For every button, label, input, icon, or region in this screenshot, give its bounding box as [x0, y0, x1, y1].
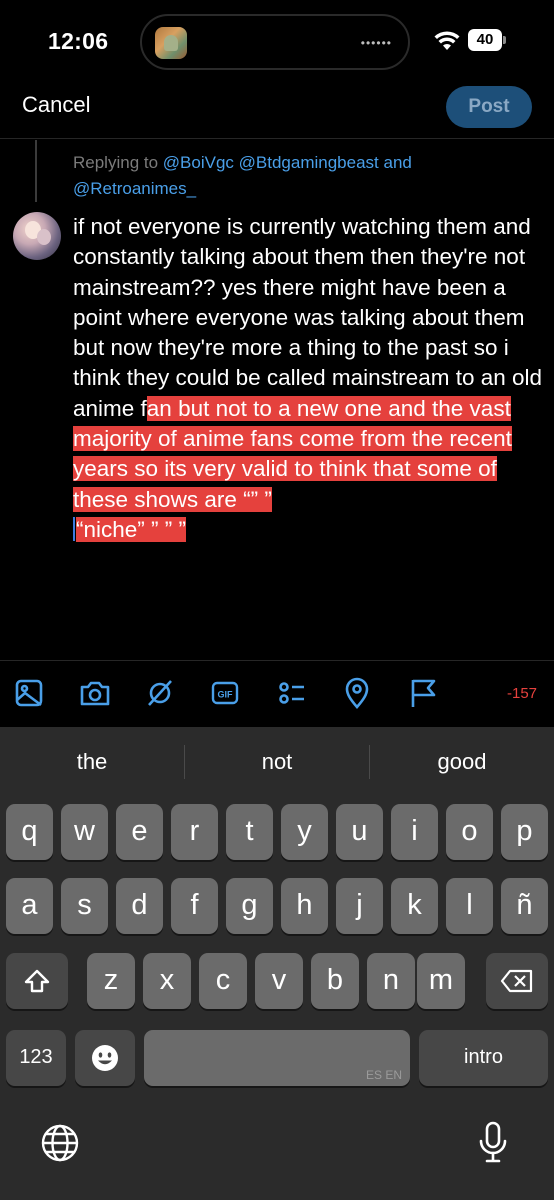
key-m[interactable]: m: [417, 953, 465, 1009]
avatar: [13, 212, 61, 260]
replying-prefix: Replying to: [73, 153, 159, 172]
key-t[interactable]: t: [226, 804, 273, 860]
key-w[interactable]: w: [61, 804, 108, 860]
composer-text: if not everyone is currently watching th…: [73, 214, 543, 421]
key-u[interactable]: u: [336, 804, 383, 860]
flag-icon[interactable]: [406, 676, 440, 710]
status-time: 12:06: [48, 28, 109, 54]
toolbar-divider: [0, 660, 554, 661]
suggestion-2[interactable]: not: [185, 734, 369, 790]
key-n-tilde[interactable]: ñ: [501, 878, 548, 934]
key-b[interactable]: b: [311, 953, 359, 1009]
key-l[interactable]: l: [446, 878, 493, 934]
grok-icon[interactable]: [143, 676, 177, 710]
key-n[interactable]: n: [367, 953, 415, 1009]
image-icon[interactable]: [12, 676, 46, 710]
delete-key[interactable]: [486, 953, 548, 1009]
microphone-icon[interactable]: [478, 1120, 508, 1166]
key-x[interactable]: x: [143, 953, 191, 1009]
key-z[interactable]: z: [87, 953, 135, 1009]
key-s[interactable]: s: [61, 878, 108, 934]
shift-icon: [24, 969, 50, 993]
key-v[interactable]: v: [255, 953, 303, 1009]
mention-btdgamingbeast[interactable]: @Btdgamingbeast: [239, 153, 379, 172]
status-bar: 12:06 •••••• 40: [0, 0, 554, 80]
dynamic-island[interactable]: ••••••: [140, 14, 410, 70]
key-g[interactable]: g: [226, 878, 273, 934]
space-key[interactable]: ES EN: [144, 1030, 410, 1086]
key-y[interactable]: y: [281, 804, 328, 860]
mention-retroanimes[interactable]: @Retroanimes_: [73, 179, 196, 198]
camera-icon[interactable]: [78, 676, 112, 710]
numbers-key[interactable]: 123: [6, 1030, 66, 1086]
mention-boivgc[interactable]: @BoiVgc: [163, 153, 234, 172]
emoji-key[interactable]: [75, 1030, 135, 1086]
text-cursor[interactable]: [73, 516, 75, 541]
key-f[interactable]: f: [171, 878, 218, 934]
key-j[interactable]: j: [336, 878, 383, 934]
composer-selected-text-tail: “niche” ” ” ”: [76, 516, 187, 542]
emoji-icon: [92, 1045, 118, 1071]
key-k[interactable]: k: [391, 878, 438, 934]
space-language-label: ES EN: [365, 1068, 402, 1082]
live-activity-app-icon: [155, 27, 187, 59]
globe-icon[interactable]: [40, 1123, 80, 1163]
key-e[interactable]: e: [116, 804, 163, 860]
location-icon[interactable]: [340, 676, 374, 710]
shift-key[interactable]: [6, 953, 68, 1009]
mention-conjunction: and: [383, 153, 412, 172]
return-key[interactable]: intro: [419, 1030, 548, 1086]
suggestion-1[interactable]: the: [0, 734, 184, 790]
character-count: -157: [507, 685, 538, 702]
key-o[interactable]: o: [446, 804, 493, 860]
battery-indicator: 40: [468, 29, 502, 51]
gif-icon-label: GIF: [218, 690, 234, 700]
wifi-icon: [434, 31, 460, 50]
cancel-button[interactable]: Cancel: [22, 92, 90, 118]
backspace-icon: [500, 969, 533, 993]
battery-cap: [503, 36, 506, 44]
island-dots-icon: ••••••: [360, 36, 392, 50]
key-a[interactable]: a: [6, 878, 53, 934]
key-r[interactable]: r: [171, 804, 218, 860]
post-button[interactable]: Post: [446, 86, 532, 128]
suggestion-3[interactable]: good: [370, 734, 554, 790]
reply-text-field[interactable]: if not everyone is currently watching th…: [73, 212, 543, 545]
key-i[interactable]: i: [391, 804, 438, 860]
key-c[interactable]: c: [199, 953, 247, 1009]
key-h[interactable]: h: [281, 878, 328, 934]
header-divider: [0, 138, 554, 139]
thread-line: [35, 140, 37, 202]
gif-icon[interactable]: GIF: [208, 676, 242, 710]
key-d[interactable]: d: [116, 878, 163, 934]
list-icon[interactable]: [274, 676, 308, 710]
key-p[interactable]: p: [501, 804, 548, 860]
key-q[interactable]: q: [6, 804, 53, 860]
replying-to-label[interactable]: Replying to @BoiVgc @Btdgamingbeast and …: [73, 150, 513, 202]
